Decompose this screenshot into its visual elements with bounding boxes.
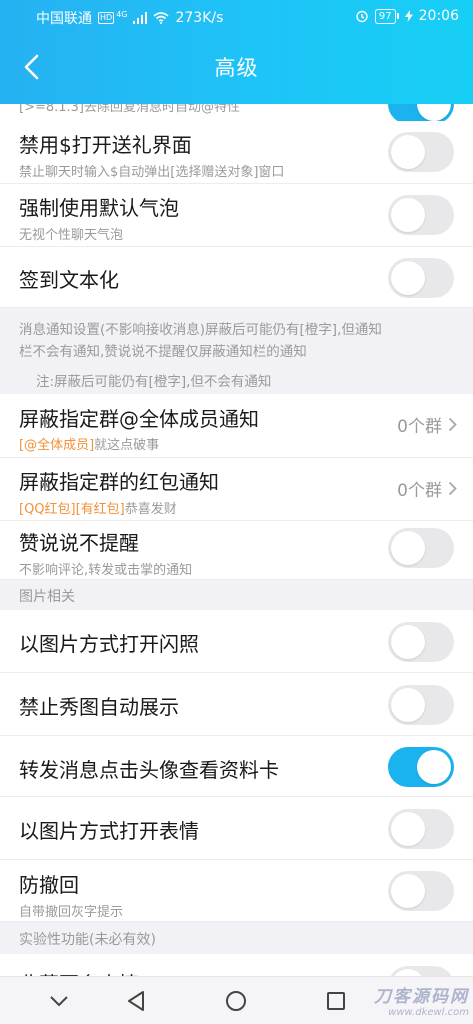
signal-icon — [133, 12, 148, 24]
toggle-default-bubble[interactable] — [388, 195, 454, 235]
setting-row-flash-as-image: 以图片方式打开闪照 — [0, 610, 473, 673]
setting-label: 屏蔽指定群的红包通知 — [19, 470, 219, 494]
section-title: 实验性功能(未必有效) — [19, 932, 156, 948]
toggle-anti-recall[interactable] — [388, 871, 454, 911]
square-recents-icon — [327, 992, 345, 1010]
triangle-back-icon — [128, 991, 144, 1011]
setting-desc: 不影响评论,转发或击掌的通知 — [19, 563, 193, 578]
toggle-flash-as-image[interactable] — [388, 622, 454, 662]
nav-recents-button[interactable] — [321, 987, 351, 1015]
setting-row-anti-recall: 防撤回 自带撤回灰字提示 — [0, 860, 473, 922]
section-header-experimental: 实验性功能(未必有效) — [0, 922, 473, 954]
toggle-no-show-pic[interactable] — [388, 685, 454, 725]
battery-tip — [396, 13, 399, 19]
setting-row-more-emoji: 收藏更多表情 — [0, 954, 473, 976]
toggle-knob — [391, 874, 425, 908]
setting-row-emoji-as-image: 以图片方式打开表情 — [0, 797, 473, 860]
setting-label: 赞说说不提醒 — [19, 531, 139, 555]
setting-label: 以图片方式打开表情 — [19, 819, 199, 843]
toggle-knob — [391, 625, 425, 659]
setting-label: 防撤回 — [19, 873, 79, 897]
desc-highlight: [@全体成员] — [19, 438, 95, 453]
setting-desc: 自带撤回灰字提示 — [19, 905, 124, 920]
status-bar: 中国联通 HD 4G 273K/s 97 20:06 — [0, 0, 473, 34]
toggle-no-like-remind[interactable] — [388, 528, 454, 568]
nav-home-button[interactable] — [221, 987, 251, 1015]
charging-icon — [404, 10, 413, 22]
toggle-knob — [417, 104, 451, 121]
setting-label: 以图片方式打开闪照 — [19, 632, 199, 656]
alarm-icon — [356, 10, 368, 23]
toggle-more-emoji[interactable] — [388, 966, 454, 976]
toggle-checkin-text[interactable] — [388, 258, 454, 298]
wifi-icon — [153, 12, 170, 24]
toggle-disable-gift[interactable] — [388, 132, 454, 172]
watermark: 刀客源码网 www.dkewl.com — [374, 982, 469, 1018]
setting-desc: [@全体成员]就这点破事 — [19, 434, 159, 453]
settings-list[interactable]: [>=8.1.3]去除回复消息时自动@特性 禁用$打开送礼界面 禁止聊天时输入$… — [0, 104, 473, 976]
page-title: 高级 — [214, 56, 259, 80]
hide-nav-button[interactable] — [44, 987, 74, 1015]
setting-row-disable-gift: 禁用$打开送礼界面 禁止聊天时输入$自动弹出[选择赠送对象]窗口 — [0, 121, 473, 184]
setting-desc: [>=8.1.3]去除回复消息时自动@特性 — [19, 104, 241, 115]
hd-badge: HD — [98, 12, 115, 24]
group-count: 0个群 — [397, 417, 442, 437]
setting-row-no-show-pic: 禁止秀图自动展示 — [0, 673, 473, 736]
watermark-url: www.dkewl.com — [388, 1007, 469, 1018]
toggle-knob — [391, 531, 425, 565]
setting-label: 禁用$打开送礼界面 — [19, 133, 192, 157]
clock-time: 20:06 — [418, 8, 459, 24]
nav-bar: 高级 — [0, 34, 473, 104]
setting-label: 禁止秀图自动展示 — [19, 695, 179, 719]
notice-line: 栏不会有通知,赞说说不提醒仅屏蔽通知栏的通知 — [19, 344, 307, 360]
toggle-knob — [391, 688, 425, 722]
network-speed: 273K/s — [175, 10, 224, 26]
chevron-right-icon — [448, 481, 457, 496]
group-count-selector[interactable]: 0个群 — [397, 412, 457, 437]
setting-label: 转发消息点击头像查看资料卡 — [19, 758, 279, 782]
setting-label: 收藏更多表情 — [19, 968, 139, 976]
notice-line: 注:屏蔽后可能仍有[橙字],但不会有通知 — [36, 374, 272, 390]
setting-row-mute-redpacket[interactable]: 屏蔽指定群的红包通知 [QQ红包][有红包]恭喜发财 0个群 — [0, 458, 473, 521]
battery-indicator: 97 — [374, 8, 399, 24]
notice-block: 消息通知设置(不影响接收消息)屏蔽后可能仍有[橙字],但通知 栏不会有通知,赞说… — [0, 308, 473, 394]
desc-highlight: [QQ红包][有红包] — [19, 502, 125, 517]
toggle-knob — [391, 969, 425, 976]
app-header: 中国联通 HD 4G 273K/s 97 20:06 高级 — [0, 0, 473, 104]
notice-line: 消息通知设置(不影响接收消息)屏蔽后可能仍有[橙字],但通知 — [19, 322, 382, 338]
section-header-image: 图片相关 — [0, 580, 473, 610]
setting-row-no-like-remind: 赞说说不提醒 不影响评论,转发或击掌的通知 — [0, 521, 473, 580]
setting-label: 强制使用默认气泡 — [19, 196, 179, 220]
group-count: 0个群 — [397, 481, 442, 501]
watermark-title: 刀客源码网 — [374, 987, 469, 1007]
toggle-knob — [391, 135, 425, 169]
section-title: 图片相关 — [19, 589, 75, 605]
toggle-knob — [417, 750, 451, 784]
setting-label: 签到文本化 — [19, 268, 119, 292]
circle-home-icon — [226, 991, 246, 1011]
system-nav-bar: 刀客源码网 www.dkewl.com — [0, 976, 473, 1024]
setting-row-default-bubble: 强制使用默认气泡 无视个性聊天气泡 — [0, 184, 473, 247]
toggle-emoji-as-image[interactable] — [388, 809, 454, 849]
setting-row-checkin-text: 签到文本化 — [0, 247, 473, 308]
setting-label: 屏蔽指定群@全体成员通知 — [19, 407, 259, 431]
network-type: 4G — [116, 9, 128, 19]
chevron-right-icon — [448, 417, 457, 432]
setting-desc: 禁止聊天时输入$自动弹出[选择赠送对象]窗口 — [19, 165, 285, 180]
setting-row-forward-avatar: 转发消息点击头像查看资料卡 — [0, 736, 473, 797]
chevron-down-icon — [50, 996, 68, 1007]
toggle-knob — [391, 198, 425, 232]
desc-text: 恭喜发财 — [124, 502, 177, 517]
setting-desc: [QQ红包][有红包]恭喜发财 — [19, 498, 177, 517]
nav-back-button[interactable] — [121, 987, 151, 1015]
desc-text: 就这点破事 — [94, 438, 160, 453]
toggle-knob — [391, 261, 425, 295]
setting-row-mute-at-all[interactable]: 屏蔽指定群@全体成员通知 [@全体成员]就这点破事 0个群 — [0, 394, 473, 458]
battery-level: 97 — [374, 8, 396, 24]
setting-desc: 无视个性聊天气泡 — [19, 228, 124, 243]
toggle-knob — [391, 812, 425, 846]
group-count-selector[interactable]: 0个群 — [397, 476, 457, 501]
carrier-name: 中国联通 — [36, 11, 92, 27]
toggle-forward-avatar[interactable] — [388, 747, 454, 787]
